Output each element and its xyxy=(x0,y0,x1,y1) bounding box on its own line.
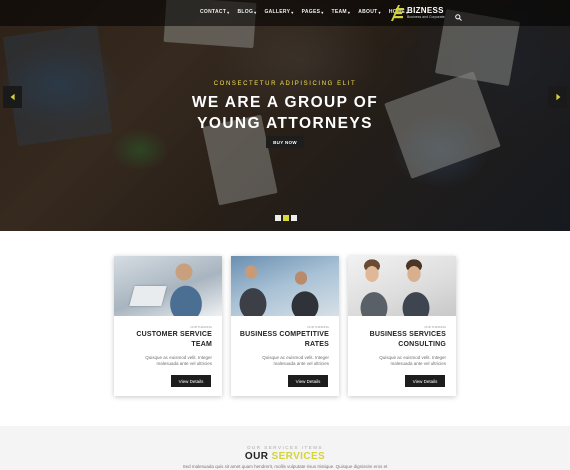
caret-down-icon: ▾ xyxy=(378,9,381,15)
services-title-main: OUR xyxy=(244,451,272,462)
logo-icon xyxy=(391,5,405,21)
slider-dots xyxy=(275,215,297,221)
nav-item-label: PAGES xyxy=(301,9,321,15)
nav-item-label: CONTACT xyxy=(200,9,227,15)
card-text-line: malesuada ante vel ultricies xyxy=(390,360,446,366)
card-title: BUSINESS SERVICES CONSULTING xyxy=(354,330,446,349)
card-title-line: TEAM xyxy=(191,340,212,348)
nav-item-label: ABOUT xyxy=(358,9,378,15)
nav-item-contact[interactable]: CONTACT ▾ xyxy=(200,9,229,15)
hero-title-line: WE ARE A GROUP OF xyxy=(191,94,379,111)
feature-cards: OUR THINKING CUSTOMER SERVICE TEAM Quisq… xyxy=(114,256,456,396)
search-icon[interactable] xyxy=(455,8,462,21)
hero-slider: CONTACT ▾ BLOG ▾ GALLERY ▾ PAGES ▾ TEAM ▾ ABO… xyxy=(0,0,570,231)
view-details-button[interactable]: View Details xyxy=(171,375,211,387)
slider-next-button[interactable] xyxy=(548,86,567,108)
nav-menu: CONTACT ▾ BLOG ▾ GALLERY ▾ PAGES ▾ TEAM ▾ ABO… xyxy=(200,0,408,24)
feature-card: OUR THINKING BUSINESS COMPETITIVE RATES … xyxy=(231,256,339,396)
hero-subtitle: CONSECTETUR ADIPISICING ELIT xyxy=(213,81,357,87)
view-details-button[interactable]: View Details xyxy=(405,375,445,387)
nav-item-pages[interactable]: PAGES ▾ xyxy=(302,9,324,15)
services-description: Sed malesuada quis sit amet quam hendrer… xyxy=(182,464,388,469)
nav-item-label: TEAM xyxy=(331,9,347,15)
slider-prev-button[interactable] xyxy=(3,86,22,108)
slider-dot[interactable] xyxy=(275,215,281,221)
card-text: Quisque ac euismod velit. Integer malesu… xyxy=(124,355,212,367)
card-image xyxy=(114,256,222,316)
logo[interactable]: BIZNESS Business and Corporate xyxy=(391,4,445,22)
view-details-button[interactable]: View Details xyxy=(288,375,328,387)
card-title-line: BUSINESS COMPETITIVE xyxy=(239,331,329,338)
services-subtitle: OUR SERVICES ITEMS xyxy=(247,445,323,450)
nav-item-label: BLOG xyxy=(237,9,254,15)
nav-item-about[interactable]: ABOUT ▾ xyxy=(358,9,381,15)
caret-down-icon: ▾ xyxy=(347,9,351,15)
nav-item-label: GALLERY xyxy=(264,9,291,15)
caret-down-icon: ▾ xyxy=(254,9,257,15)
logo-tagline: Business and Corporate xyxy=(407,14,445,19)
card-title-line: RATES xyxy=(304,340,329,348)
arrow-left-icon xyxy=(10,93,15,101)
page: CONTACT ▾ BLOG ▾ GALLERY ▾ PAGES ▾ TEAM ▾ ABO… xyxy=(0,0,570,470)
nav-item-blog[interactable]: BLOG ▾ xyxy=(237,9,256,15)
caret-down-icon: ▾ xyxy=(227,9,230,15)
card-title-line: CUSTOMER SERVICE xyxy=(136,331,212,338)
feature-card: OUR THINKING CUSTOMER SERVICE TEAM Quisq… xyxy=(114,256,222,396)
services-title: OUR SERVICES xyxy=(0,451,570,462)
card-text-line: malesuada ante vel ultricies xyxy=(156,360,212,366)
services-title-accent: SERVICES xyxy=(271,451,326,462)
card-tag: OUR THINKING xyxy=(307,325,329,329)
caret-down-icon: ▾ xyxy=(291,9,294,15)
caret-down-icon: ▾ xyxy=(321,9,324,15)
buy-now-button[interactable]: BUY NOW xyxy=(266,136,304,148)
card-image xyxy=(231,256,339,316)
feature-card: OUR THINKING BUSINESS SERVICES CONSULTIN… xyxy=(348,256,456,396)
card-title: CUSTOMER SERVICE TEAM xyxy=(120,330,212,349)
card-text: Quisque ac euismod velit. Integer malesu… xyxy=(358,355,446,367)
card-title-line: BUSINESS SERVICES xyxy=(369,331,446,338)
card-text: Quisque ac euismod velit. Integer malesu… xyxy=(241,355,329,367)
logo-name: BIZNESS xyxy=(407,5,444,15)
card-image xyxy=(348,256,456,316)
arrow-right-icon xyxy=(555,93,560,101)
card-tag: OUR THINKING xyxy=(190,325,212,329)
card-text-line: malesuada ante vel ultricies xyxy=(273,360,329,366)
card-title-line: CONSULTING xyxy=(398,340,446,348)
hero-title: WE ARE A GROUP OF YOUNG ATTORNEYS xyxy=(0,92,570,134)
navbar: CONTACT ▾ BLOG ▾ GALLERY ▾ PAGES ▾ TEAM ▾ ABO… xyxy=(0,0,570,26)
card-title: BUSINESS COMPETITIVE RATES xyxy=(237,330,329,349)
slider-dot-active[interactable] xyxy=(283,215,289,221)
card-tag: OUR THINKING xyxy=(424,325,446,329)
nav-item-gallery[interactable]: GALLERY ▾ xyxy=(264,9,293,15)
hero-title-line: YOUNG ATTORNEYS xyxy=(197,115,373,132)
slider-dot[interactable] xyxy=(291,215,297,221)
services-section: OUR SERVICES ITEMS OUR SERVICES Sed male… xyxy=(0,426,570,470)
nav-item-team[interactable]: TEAM ▾ xyxy=(332,9,351,15)
